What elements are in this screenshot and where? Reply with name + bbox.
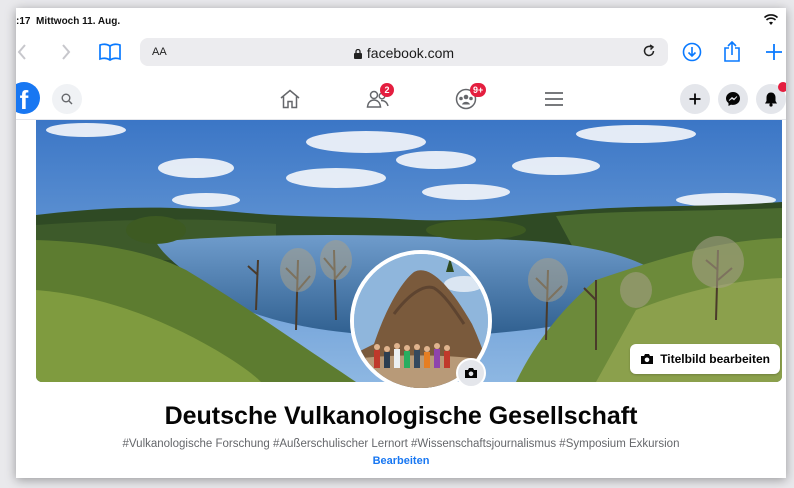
notifications-button[interactable]	[756, 82, 786, 114]
messenger-button[interactable]	[718, 84, 748, 114]
status-time-date: :17 Mittwoch 11. Aug.	[16, 16, 121, 27]
edit-cover-button[interactable]: Titelbild bearbeiten	[630, 344, 780, 374]
friends-icon[interactable]: 2	[364, 83, 394, 112]
edit-profile-picture-button[interactable]	[456, 358, 486, 388]
camera-icon	[641, 354, 654, 364]
download-icon[interactable]	[680, 40, 704, 64]
search-icon	[61, 93, 73, 105]
edit-cover-label: Titelbild bearbeiten	[660, 352, 770, 366]
bell-icon	[765, 92, 777, 107]
home-icon[interactable]	[276, 86, 304, 112]
forward-icon[interactable]	[54, 40, 78, 64]
create-button[interactable]	[680, 84, 710, 114]
edit-link[interactable]: Bearbeiten	[16, 455, 786, 467]
notification-dot	[778, 82, 786, 92]
groups-badge: 9+	[470, 83, 487, 97]
share-icon[interactable]	[720, 40, 744, 64]
back-icon[interactable]	[16, 40, 34, 64]
page-hashtags: #Vulkanologische Forschung #Außerschulis…	[122, 438, 680, 450]
search-button[interactable]	[52, 84, 82, 114]
facebook-logo[interactable]: f	[16, 82, 40, 115]
page-title: Deutsche Vulkanologische Gesellschaft	[164, 402, 638, 430]
friends-badge: 2	[380, 83, 394, 97]
menu-icon[interactable]	[540, 86, 568, 112]
messenger-icon	[726, 92, 740, 106]
safari-toolbar: AA facebook.com	[16, 32, 786, 72]
reload-icon[interactable]	[642, 44, 656, 58]
url-display: facebook.com	[140, 45, 668, 61]
wifi-icon	[764, 14, 778, 25]
plus-icon	[689, 93, 701, 105]
status-bar: :17 Mittwoch 11. Aug.	[16, 8, 786, 30]
camera-icon	[465, 368, 477, 378]
address-bar[interactable]: AA facebook.com	[140, 38, 668, 66]
facebook-nav-bar: f 2 9+	[16, 78, 786, 120]
new-tab-icon[interactable]	[762, 40, 786, 64]
groups-icon[interactable]: 9+	[452, 83, 487, 112]
bookmarks-icon[interactable]	[98, 40, 122, 64]
ipad-screen: :17 Mittwoch 11. Aug. AA facebook.com f …	[16, 8, 786, 478]
lock-icon	[353, 49, 362, 59]
